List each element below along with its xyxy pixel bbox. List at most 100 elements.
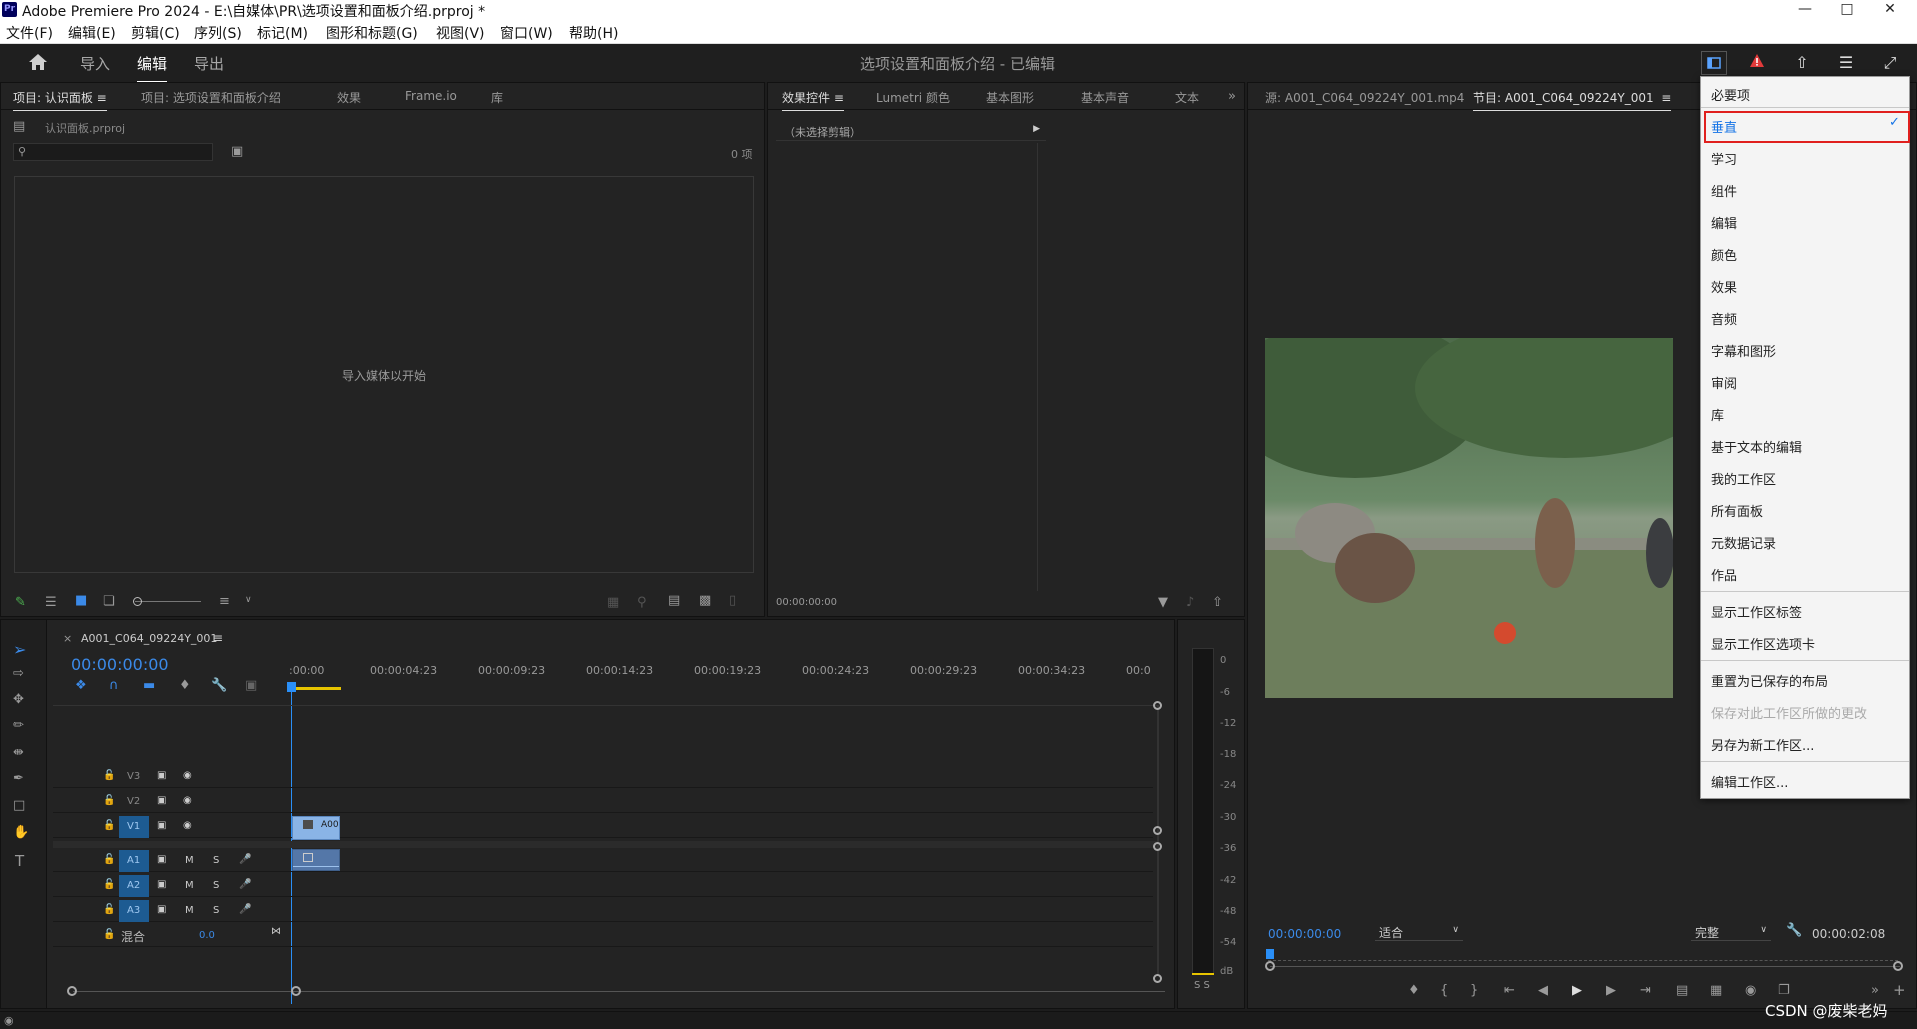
home-icon[interactable] — [28, 53, 48, 74]
nav-import[interactable]: 导入 — [80, 53, 110, 74]
ripple-edit-tool-icon[interactable]: ✥ — [13, 692, 24, 707]
mark-out-icon[interactable]: } — [1470, 983, 1478, 998]
track-target-a2[interactable]: A2 — [119, 875, 149, 897]
chevron-down-icon[interactable]: ∨ — [245, 595, 252, 605]
close-sequence-icon[interactable]: × — [63, 632, 72, 645]
fit-dropdown[interactable]: 适合 ∨ — [1375, 923, 1463, 941]
rectangle-tool-icon[interactable]: □ — [13, 798, 25, 813]
solo-button[interactable]: S — [213, 905, 219, 916]
lock-icon[interactable]: 🔓 — [103, 820, 115, 831]
quality-dropdown[interactable]: 完整 ∨ — [1691, 923, 1771, 941]
zoom-handle-left[interactable] — [1265, 961, 1275, 971]
camera-icon[interactable]: ◉ — [1745, 983, 1756, 998]
step-back-icon[interactable]: ◀ — [1538, 983, 1548, 998]
tab-frameio[interactable]: Frame.io — [405, 89, 457, 103]
workspace-item-text-editing[interactable]: 基于文本的编辑 — [1711, 437, 1802, 456]
sync-lock-icon[interactable]: ▣ — [157, 770, 166, 781]
reset-layout[interactable]: 重置为已保存的布局 — [1711, 671, 1828, 690]
tab-text[interactable]: 文本 — [1175, 89, 1199, 106]
show-workspace-labels[interactable]: 显示工作区标签 — [1711, 602, 1802, 621]
new-bin-icon[interactable]: ▤ — [668, 593, 680, 608]
track-target-a3[interactable]: A3 — [119, 900, 149, 922]
add-marker-icon[interactable]: ♦ — [179, 678, 191, 693]
nav-edit[interactable]: 编辑 — [137, 53, 168, 83]
filter-icon[interactable]: ▼ — [1158, 595, 1168, 610]
mix-end-icon[interactable]: ⋈ — [271, 926, 281, 937]
go-to-in-icon[interactable]: ⇤ — [1504, 983, 1515, 998]
more-buttons-icon[interactable]: » — [1871, 983, 1879, 998]
track-target-v1[interactable]: V1 — [119, 816, 149, 838]
maximize-button[interactable]: □ — [1827, 0, 1867, 20]
h-scroll-handle-right[interactable] — [291, 986, 301, 996]
menu-marker[interactable]: 标记(M) — [257, 23, 308, 43]
tab-project-other[interactable]: 项目: 选项设置和面板介绍 — [141, 89, 281, 106]
edit-workspaces[interactable]: 编辑工作区... — [1711, 772, 1788, 791]
workspace-item-audio[interactable]: 音频 — [1711, 309, 1737, 328]
mute-button[interactable]: M — [185, 880, 194, 891]
nest-icon[interactable]: ❖ — [75, 678, 87, 693]
slip-tool-icon[interactable]: ⇼ — [13, 745, 24, 760]
tab-essential-sound[interactable]: 基本声音 — [1081, 89, 1129, 106]
add-button-icon[interactable]: + — [1893, 981, 1906, 999]
workspace-item-effects[interactable]: 效果 — [1711, 277, 1737, 296]
menu-help[interactable]: 帮助(H) — [569, 23, 618, 43]
lock-icon[interactable]: 🔓 — [103, 904, 115, 915]
playhead-handle[interactable] — [287, 682, 296, 692]
track-target-a1[interactable]: A1 — [119, 850, 149, 872]
expand-arrow-icon[interactable]: ▶ — [1033, 124, 1040, 134]
comparison-view-icon[interactable]: ❐ — [1778, 983, 1790, 998]
workspace-item-color[interactable]: 颜色 — [1711, 245, 1737, 264]
minimize-button[interactable]: — — [1785, 0, 1825, 20]
zoom-handle-right[interactable] — [1893, 961, 1903, 971]
tab-project-current[interactable]: 项目: 认识面板 ≡ — [13, 89, 107, 111]
save-as-new-workspace[interactable]: 另存为新工作区... — [1711, 735, 1814, 754]
lock-icon[interactable]: 🔓 — [103, 879, 115, 890]
program-timecode[interactable]: 00:00:00:00 — [1268, 927, 1341, 941]
workspace-item-review[interactable]: 审阅 — [1711, 373, 1737, 392]
solo-buttons[interactable]: S S — [1194, 980, 1210, 991]
tab-library[interactable]: 库 — [491, 89, 503, 106]
pen-tool-icon[interactable]: ✒ — [13, 771, 24, 786]
tab-source[interactable]: 源: A001_C064_09224Y_001.mp4 — [1265, 89, 1464, 106]
go-to-out-icon[interactable]: ⇥ — [1640, 983, 1651, 998]
mark-in-icon[interactable]: { — [1440, 983, 1448, 998]
clip-selector[interactable]: （未选择剪辑） ▶ — [776, 123, 1046, 141]
sync-lock-icon[interactable]: ▣ — [157, 854, 166, 865]
scroll-handle-audio[interactable] — [1153, 842, 1162, 851]
workspace-item-captions[interactable]: 字幕和图形 — [1711, 341, 1776, 360]
export-frame-icon[interactable]: ⇧ — [1212, 595, 1223, 610]
sync-lock-icon[interactable]: ▣ — [157, 820, 166, 831]
track-name-v3[interactable]: V3 — [127, 771, 140, 782]
linked-selection-icon[interactable]: ▬ — [143, 678, 155, 693]
selection-tool-icon[interactable]: ➢ — [13, 640, 26, 659]
scroll-handle-top[interactable] — [1153, 701, 1162, 710]
menu-clip[interactable]: 剪辑(C) — [131, 23, 180, 43]
hand-tool-icon[interactable]: ✋ — [13, 825, 29, 840]
program-playhead[interactable] — [1266, 949, 1274, 959]
icon-view-icon[interactable]: ■ — [75, 593, 87, 608]
program-ruler[interactable] — [1268, 953, 1898, 961]
workspace-item-editing[interactable]: 编辑 — [1711, 213, 1737, 232]
program-video-frame[interactable] — [1225, 318, 1715, 698]
fullscreen-icon[interactable]: ⤢ — [1877, 51, 1903, 75]
type-tool-icon[interactable]: T — [15, 852, 24, 870]
video-clip[interactable]: A00 — [292, 816, 340, 840]
close-button[interactable]: ✕ — [1870, 0, 1910, 20]
track-separator[interactable] — [53, 841, 1158, 848]
sync-lock-icon[interactable]: ▣ — [157, 795, 166, 806]
solo-button[interactable]: S — [213, 855, 219, 866]
quick-export-icon[interactable]: ☰ — [1833, 51, 1859, 75]
sync-lock-icon[interactable]: ▣ — [157, 879, 166, 890]
sort-icon[interactable]: ≡ — [219, 594, 230, 609]
workspace-item-metadata[interactable]: 元数据记录 — [1711, 533, 1776, 552]
mute-button[interactable]: M — [185, 905, 194, 916]
list-view-icon[interactable]: ☰ — [45, 595, 57, 610]
mix-volume[interactable]: 0.0 — [199, 930, 215, 941]
wrench-icon[interactable]: 🔧 — [211, 678, 227, 693]
freeform-view-icon[interactable]: ❏ — [103, 594, 115, 609]
microphone-icon[interactable]: 🎤 — [239, 879, 251, 890]
filter-bin-icon[interactable]: ▣ — [231, 144, 243, 159]
workspace-item-libraries[interactable]: 库 — [1711, 405, 1724, 424]
menu-window[interactable]: 窗口(W) — [500, 23, 553, 43]
snap-icon[interactable]: ∩ — [109, 678, 119, 693]
